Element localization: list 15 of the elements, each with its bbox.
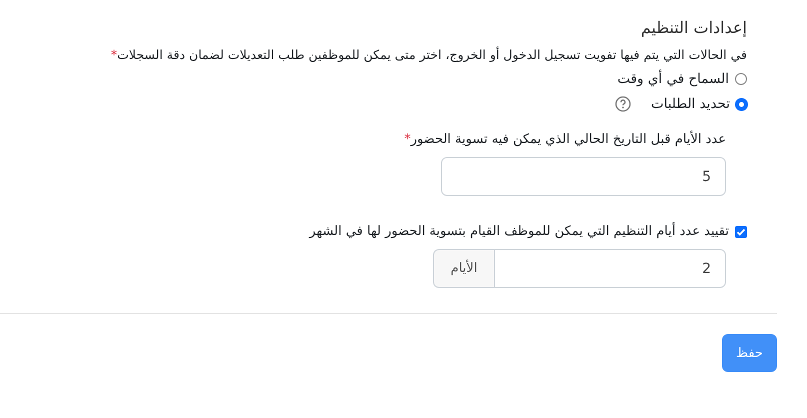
radio-label: السماح في أي وقت	[617, 71, 729, 87]
field-label: عدد الأيام قبل التاريخ الحالي الذي يمكن فيه تسوية الحضور	[410, 132, 726, 147]
checkbox-label: تقييد عدد أيام التنظيم التي يمكن للموظف القيام بتسوية الحضور لها في الشهر	[309, 224, 729, 239]
days-input[interactable]: 5	[441, 157, 726, 196]
input-addon: الأيام	[433, 249, 494, 288]
radio-button[interactable]	[736, 98, 747, 110]
section-title: إعدادات التنظيم	[640, 18, 747, 37]
section-description: في الحالات التي يتم فيها تفويت تسجيل الدخول أو الخروج، اختر متى يمكن للموظفين طلب التعديلات لضمان دقة السجلات	[117, 47, 747, 62]
days-limit-input[interactable]: 2	[494, 249, 726, 288]
required-mark: *	[404, 132, 411, 147]
radio-button[interactable]	[735, 73, 747, 85]
checkbox[interactable]	[735, 226, 747, 238]
required-mark: *	[110, 47, 118, 62]
help-icon[interactable]	[615, 96, 631, 112]
radio-label: تحديد الطلبات	[651, 96, 730, 112]
